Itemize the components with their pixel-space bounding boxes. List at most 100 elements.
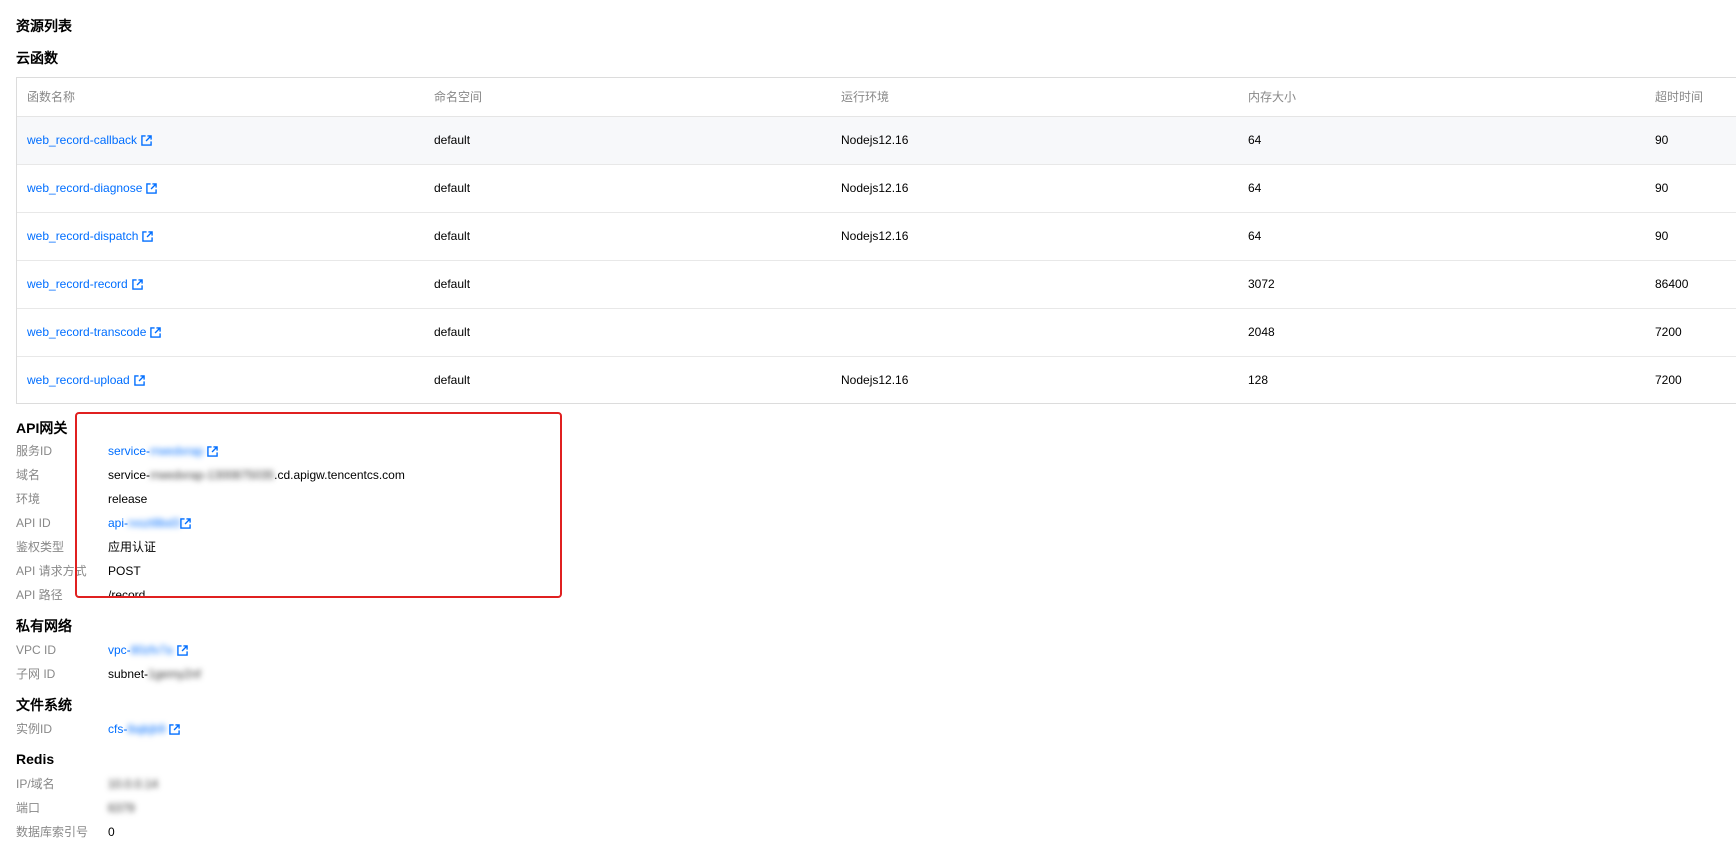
table-row: web_record-transcode default 2048 7200 [17,309,1736,357]
namespace-cell: default [434,229,471,243]
subnet-id-label: 子网 ID [16,667,56,681]
function-name-link[interactable]: web_record-record [27,261,143,308]
memory-cell: 64 [1248,181,1262,195]
functions-table: 函数名称 命名空间 运行环境 内存大小 超时时间 web_record-call… [16,77,1736,404]
cfs-instance-link[interactable]: cfs-8ajkjb9 [108,717,181,741]
redis-port-value: 6379 [108,801,135,815]
col-header-timeout: 超时时间 [1655,90,1704,104]
external-link-icon[interactable] [142,231,154,242]
auth-type-value: 应用认证 [108,540,157,554]
api-path-value: /record [108,588,146,597]
service-id-prefix[interactable]: service- [108,444,150,458]
timeout-cell: 90 [1655,181,1669,195]
service-id-blurred: rrwedvrap [150,444,204,458]
function-name-text[interactable]: web_record-upload [27,373,130,387]
api-id-prefix[interactable]: api- [108,516,128,530]
table-row: web_record-upload default Nodejs12.16 128 72… [17,357,1736,403]
runtime-cell: Nodejs12.16 [841,133,909,147]
col-header-namespace: 命名空间 [434,90,483,104]
cfs-instance-label: 实例ID [16,722,53,736]
timeout-cell: 90 [1655,133,1669,147]
external-link-icon[interactable] [207,446,219,457]
external-link-icon[interactable] [180,518,191,529]
table-header: 函数名称 命名空间 运行环境 内存大小 超时时间 [17,78,1736,117]
external-link-icon[interactable] [146,183,158,194]
col-header-runtime: 运行环境 [841,90,890,104]
table-row: web_record-dispatch default Nodejs12.16 64 9… [17,213,1736,261]
external-link-icon[interactable] [141,135,152,146]
redis-host-value: 10.0.0.14 [108,777,159,791]
section-title-vpc: 私有网络 [16,618,72,634]
cfs-instance-prefix[interactable]: cfs- [108,722,127,736]
cfs-instance-blurred: 8ajkjb9 [127,722,166,736]
timeout-cell: 7200 [1655,325,1682,339]
namespace-cell: default [434,373,471,387]
external-link-icon[interactable] [169,724,181,735]
domain-value: service-rrwedvrap-1300875035.cd.apigw.te… [108,463,405,487]
vpc-id-prefix[interactable]: vpc- [108,643,131,657]
redis-db-label: 数据库索引号 [16,825,89,839]
external-link-icon[interactable] [150,327,162,338]
function-name-link[interactable]: web_record-dispatch [27,213,154,260]
external-link-icon[interactable] [133,375,145,386]
redis-db-value: 0 [108,825,115,839]
auth-type-label: 鉴权类型 [16,540,65,554]
api-id-blurred: rxszt8bd3 [128,516,181,530]
memory-cell: 64 [1248,229,1262,243]
function-name-text[interactable]: web_record-diagnose [27,181,142,195]
subnet-blurred: 1gemy2nf [148,667,201,681]
api-id-label: API ID [16,516,51,530]
namespace-cell: default [434,181,471,195]
domain-label: 域名 [16,468,41,482]
timeout-cell: 90 [1655,229,1669,243]
table-body: web_record-callback default Nodejs12.16 64 9… [17,117,1736,403]
subnet-id-value: subnet-1gemy2nf [108,662,201,686]
runtime-cell: Nodejs12.16 [841,229,909,243]
function-name-text[interactable]: web_record-dispatch [27,229,138,243]
section-title-api-gateway: API网关 [16,420,68,436]
section-title-cfs: 文件系统 [16,697,72,713]
col-header-memory: 内存大小 [1248,90,1297,104]
function-name-link[interactable]: web_record-callback [27,117,152,164]
section-title-redis: Redis [16,751,55,767]
function-name-link[interactable]: web_record-diagnose [27,165,158,212]
env-label: 环境 [16,492,41,506]
vpc-id-blurred: 80zfv7a [130,643,173,657]
function-name-text[interactable]: web_record-transcode [27,325,146,339]
namespace-cell: default [434,325,471,339]
request-method-value: POST [108,564,141,578]
memory-cell: 128 [1248,373,1269,387]
service-id-label: 服务ID [16,444,53,458]
memory-cell: 3072 [1248,277,1275,291]
table-row: web_record-record default 3072 86400 [17,261,1736,309]
namespace-cell: default [434,133,471,147]
timeout-cell: 7200 [1655,373,1682,387]
redis-port-label: 端口 [16,801,41,815]
section-title-cloud-functions: 云函数 [16,50,58,66]
runtime-cell: Nodejs12.16 [841,181,909,195]
function-name-link[interactable]: web_record-transcode [27,309,162,356]
memory-cell: 64 [1248,133,1262,147]
domain-blurred: rrwedvrap-1300875035 [150,468,275,482]
domain-prefix: service- [108,468,151,482]
table-row: web_record-callback default Nodejs12.16 64 9… [17,117,1736,165]
subnet-prefix: subnet- [108,667,149,681]
page-title: 资源列表 [16,18,72,34]
service-id-link[interactable]: service-rrwedvrap [108,439,219,463]
api-id-link[interactable]: api-rxszt8bd3 [108,511,191,535]
memory-cell: 2048 [1248,325,1275,339]
function-name-text[interactable]: web_record-callback [27,133,137,147]
api-path-label: API 路径 [16,588,63,602]
domain-suffix: .cd.apigw.tencentcs.com [274,468,405,482]
table-row: web_record-diagnose default Nodejs12.16 64 9… [17,165,1736,213]
env-value: release [108,492,148,506]
namespace-cell: default [434,277,471,291]
function-name-link[interactable]: web_record-upload [27,357,145,403]
vpc-id-label: VPC ID [16,643,57,657]
vpc-id-link[interactable]: vpc-80zfv7a [108,638,188,662]
col-header-name: 函数名称 [27,90,76,104]
external-link-icon[interactable] [176,645,188,656]
external-link-icon[interactable] [131,279,143,290]
timeout-cell: 86400 [1655,277,1689,291]
function-name-text[interactable]: web_record-record [27,277,128,291]
